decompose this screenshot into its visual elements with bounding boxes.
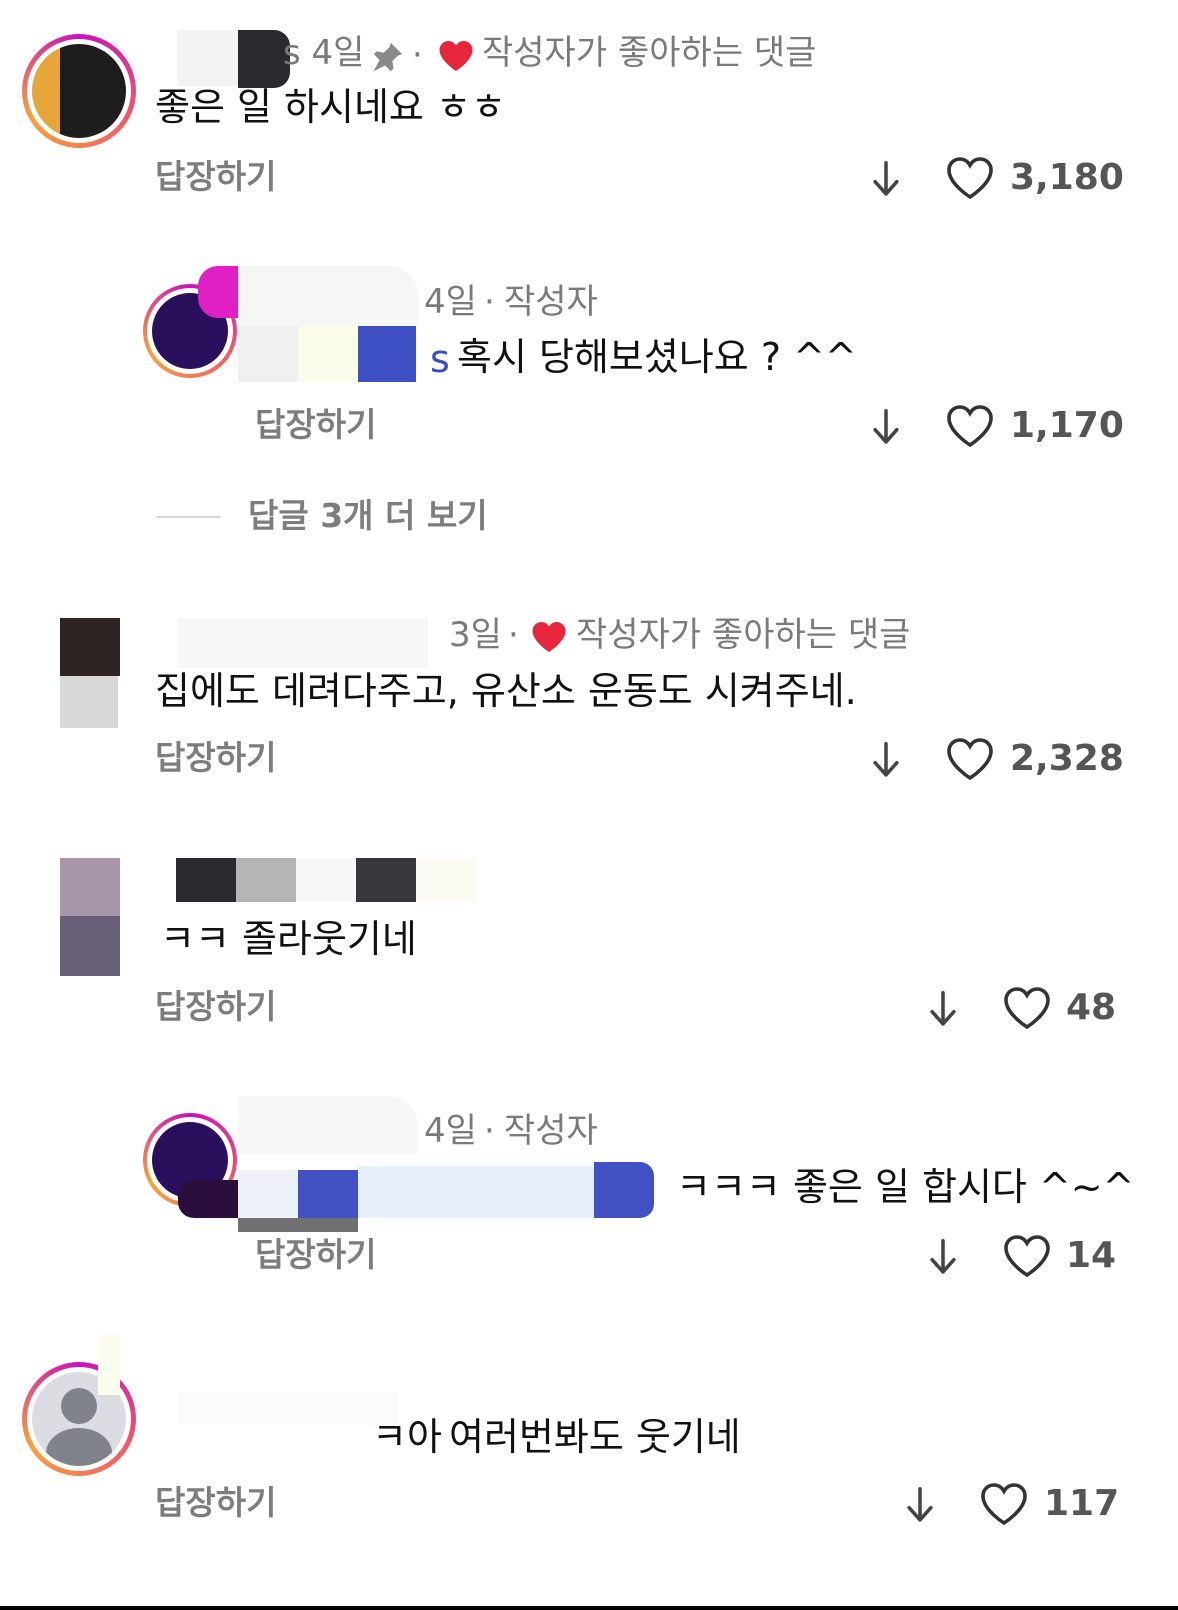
liked-by-author-label: 작성자가 좋아하는 댓글 [482, 33, 817, 73]
redacted-mention-c [238, 1218, 358, 1232]
redacted-username[interactable] [178, 30, 238, 86]
comment-text: ㅋㅋ 졸라웃기네 [160, 917, 417, 961]
heart-outline-icon[interactable] [946, 737, 994, 781]
down-arrow-icon[interactable] [929, 990, 957, 1028]
heart-filled-icon [439, 41, 473, 71]
like-count: 2,328 [1010, 738, 1124, 779]
heart-outline-icon[interactable] [946, 404, 994, 448]
redacted-mention-c [358, 326, 416, 382]
down-arrow-icon[interactable] [906, 1486, 934, 1524]
comment-text: ㅋㅋㅋ 좋은 일 합시다 ^~^ [676, 1165, 1135, 1209]
comment-time: 4일 [424, 1111, 477, 1151]
pin-icon [373, 42, 403, 72]
like-count: 117 [1044, 1483, 1120, 1524]
reply-button[interactable]: 답장하기 [255, 1238, 376, 1271]
mention-suffix[interactable]: s [430, 340, 450, 378]
avatar[interactable] [22, 34, 136, 148]
author-badge: 작성자 [504, 1111, 598, 1151]
heart-outline-icon[interactable] [946, 156, 994, 200]
reply-button[interactable]: 답장하기 [155, 990, 276, 1023]
comment-text: 혹시 당해보셨나요 ? ^^ [457, 335, 857, 379]
view-more-divider [157, 516, 221, 518]
like-count: 14 [1066, 1235, 1117, 1276]
down-arrow-icon[interactable] [929, 1238, 957, 1276]
meta-separator: · [508, 615, 519, 655]
redacted-username-d [356, 858, 416, 902]
down-arrow-icon[interactable] [872, 408, 900, 446]
username-suffix: s [283, 33, 301, 73]
view-more-replies-button[interactable]: 답글 3개 더 보기 [248, 499, 488, 532]
redacted-avatar-corner [98, 1335, 120, 1395]
like-count: 1,170 [1010, 405, 1124, 446]
redacted-mention-b [298, 326, 358, 382]
meta-separator: · [484, 282, 495, 322]
meta-separator: · [484, 1111, 495, 1151]
redacted-mention-e [358, 1166, 594, 1218]
redacted-username[interactable] [178, 618, 428, 668]
bottom-edge [0, 1606, 1178, 1610]
down-arrow-icon[interactable] [872, 160, 900, 198]
redacted-username-a[interactable] [176, 858, 236, 902]
redacted-mention-a [238, 326, 298, 382]
redacted-username-c [296, 858, 356, 902]
like-count: 48 [1066, 987, 1117, 1028]
reply-button[interactable]: 답장하기 [155, 741, 276, 774]
reply-button[interactable]: 답장하기 [155, 160, 276, 193]
redacted-username[interactable] [238, 266, 418, 326]
reply-button[interactable]: 답장하기 [155, 1486, 276, 1519]
avatar[interactable] [60, 618, 122, 728]
comment-text-prefix: ㅋ아 [372, 1415, 442, 1459]
author-badge: 작성자 [504, 282, 598, 322]
redacted-text-prefix [178, 1424, 368, 1450]
like-count: 3,180 [1010, 157, 1124, 198]
heart-outline-icon[interactable] [1003, 986, 1051, 1030]
redacted-username[interactable] [178, 1392, 398, 1426]
redacted-username[interactable] [238, 1096, 418, 1154]
comment-time: 4일 [424, 282, 477, 322]
redacted-mention-b [238, 1170, 298, 1218]
liked-by-author-label: 작성자가 좋아하는 댓글 [576, 615, 911, 655]
redacted-username-b [236, 858, 296, 902]
heart-filled-icon [532, 622, 566, 652]
comment-text: 여러번봐도 웃기네 [449, 1415, 741, 1459]
avatar[interactable] [60, 858, 120, 976]
reply-button[interactable]: 답장하기 [255, 408, 376, 441]
comment-time: 4일 [311, 33, 365, 73]
redacted-pink [198, 266, 238, 318]
redacted-mention-a [178, 1180, 238, 1218]
comment-text: 집에도 데려다주고, 유산소 운동도 시켜주네. [155, 669, 857, 713]
comment-time: 3일 [449, 615, 502, 655]
heart-outline-icon[interactable] [1003, 1234, 1051, 1278]
heart-outline-icon[interactable] [980, 1482, 1028, 1526]
down-arrow-icon[interactable] [872, 741, 900, 779]
comment-text: 좋은 일 하시네요 ㅎㅎ [155, 85, 506, 129]
redacted-mention-d [298, 1170, 358, 1218]
meta-separator: · [412, 35, 423, 75]
redacted-mention-f [594, 1162, 654, 1218]
redacted-username-e [416, 858, 476, 902]
